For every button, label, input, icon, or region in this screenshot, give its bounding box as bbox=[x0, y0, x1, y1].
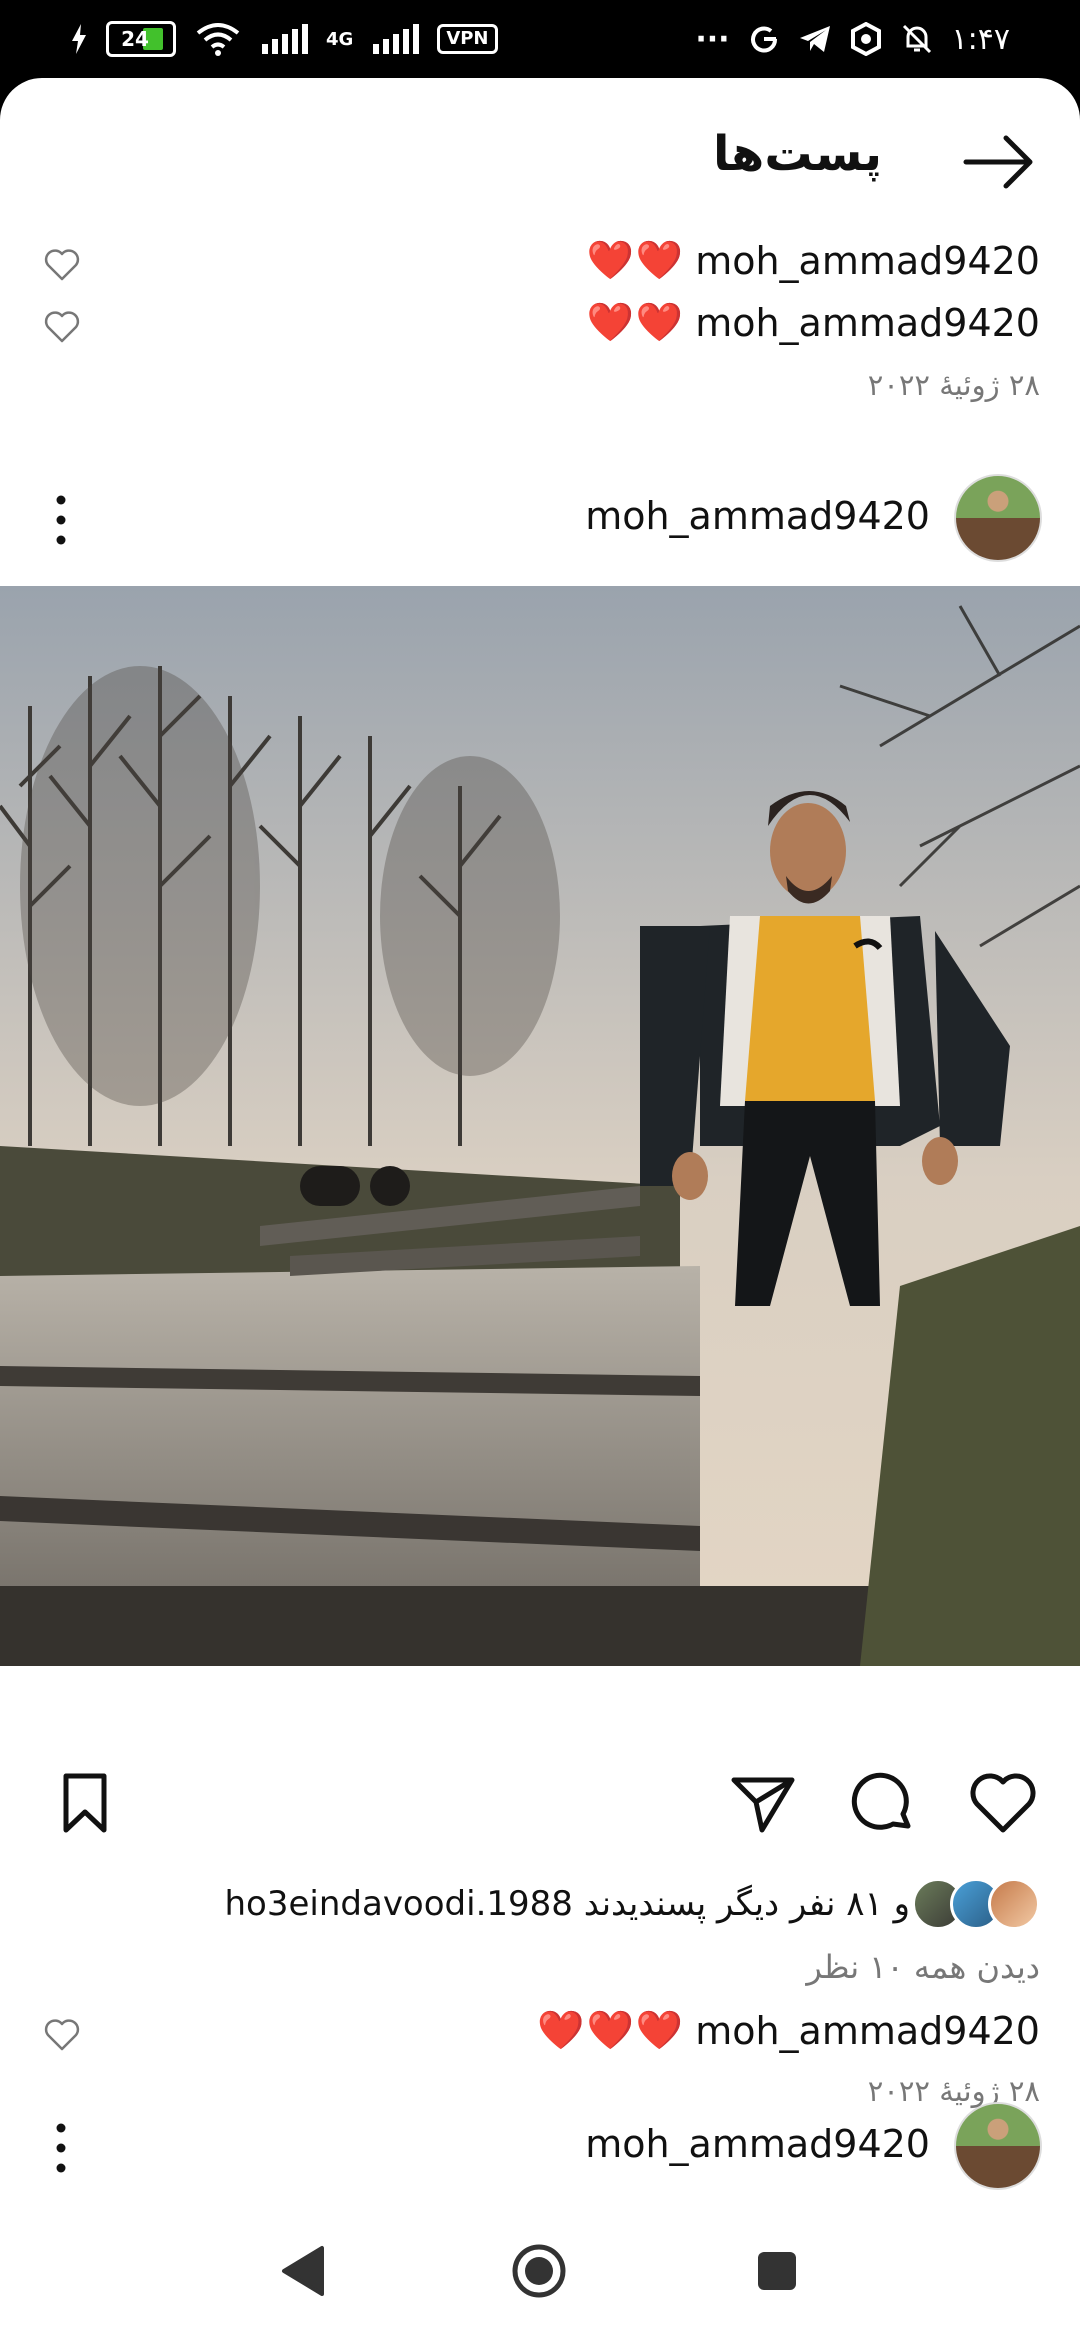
posts-sheet: پست‌ها moh_ammad9420 ❤️❤️ moh_ammad9420 … bbox=[0, 78, 1080, 2340]
avatar[interactable] bbox=[954, 474, 1042, 562]
comment-username[interactable]: moh_ammad9420 bbox=[695, 301, 1040, 345]
comment-username[interactable]: moh_ammad9420 bbox=[695, 239, 1040, 283]
signal-icon bbox=[262, 24, 308, 54]
comment-emoji: ❤️❤️ bbox=[586, 300, 686, 344]
comment-emoji: ❤️❤️ bbox=[586, 238, 686, 282]
google-icon bbox=[750, 26, 777, 53]
post-photo[interactable] bbox=[0, 586, 1080, 1666]
liked-by-text: و ۸۱ نفر دیگر پسندیدند ho3eindavoodi.198… bbox=[225, 1884, 911, 1924]
comment-like-icon[interactable] bbox=[44, 248, 80, 282]
more-vertical-icon[interactable] bbox=[46, 490, 76, 550]
system-nav-bar bbox=[0, 2200, 1080, 2340]
comment-username[interactable]: moh_ammad9420 bbox=[695, 2009, 1040, 2053]
post-header: moh_ammad9420 bbox=[0, 2102, 1080, 2192]
liker-avatars bbox=[912, 1878, 1040, 1930]
battery-icon: 24 bbox=[106, 21, 176, 57]
signal-icon-2 bbox=[373, 24, 420, 54]
comment-row: moh_ammad9420 ❤️❤️ bbox=[0, 238, 1080, 298]
nav-home-icon[interactable] bbox=[504, 2236, 574, 2306]
wifi-icon bbox=[196, 23, 240, 56]
send-icon[interactable] bbox=[728, 1768, 798, 1838]
status-bar: 24 4G VPN ··· ۱:۴۷ bbox=[0, 0, 1080, 78]
comment-text: moh_ammad9420 ❤️❤️❤️ bbox=[537, 2008, 1040, 2053]
post-actions bbox=[0, 1768, 1080, 1848]
page-title: پست‌ها bbox=[713, 126, 882, 182]
charging-icon bbox=[72, 24, 86, 54]
back-arrow-icon[interactable] bbox=[960, 130, 1038, 194]
overflow-dots: ··· bbox=[695, 21, 730, 57]
nav-recents-icon[interactable] bbox=[742, 2236, 812, 2306]
post-header: moh_ammad9420 bbox=[0, 474, 1080, 564]
status-right: ··· ۱:۴۷ bbox=[695, 22, 1010, 57]
battery-level: 24 bbox=[121, 27, 149, 51]
comment-text: moh_ammad9420 ❤️❤️ bbox=[587, 300, 1040, 345]
post-date: ۲۸ ژوئیهٔ ۲۰۲۲ bbox=[867, 368, 1040, 402]
nav-back-icon[interactable] bbox=[270, 2236, 340, 2306]
liked-by-user[interactable]: ho3eindavoodi.1988 bbox=[225, 1884, 573, 1924]
comment-icon[interactable] bbox=[848, 1768, 918, 1838]
bell-off-icon bbox=[902, 24, 931, 54]
comment-emoji: ❤️❤️❤️ bbox=[537, 2008, 686, 2052]
comment-row: moh_ammad9420 ❤️❤️❤️ bbox=[0, 2008, 1080, 2068]
liked-by-row[interactable]: و ۸۱ نفر دیگر پسندیدند ho3eindavoodi.198… bbox=[225, 1874, 1040, 1934]
app-header: پست‌ها bbox=[0, 78, 1080, 228]
photo-scene bbox=[0, 586, 1080, 1666]
vpn-badge: VPN bbox=[437, 24, 498, 54]
bookmark-icon[interactable] bbox=[50, 1768, 120, 1838]
clock: ۱:۴۷ bbox=[951, 21, 1010, 57]
network-type: 4G bbox=[326, 28, 354, 50]
hexagon-icon bbox=[850, 22, 881, 56]
post-username[interactable]: moh_ammad9420 bbox=[585, 2122, 930, 2166]
avatar bbox=[988, 1878, 1040, 1930]
view-all-comments-link[interactable]: دیدن همه ۱۰ نظر bbox=[806, 1948, 1040, 1986]
more-vertical-icon[interactable] bbox=[46, 2118, 76, 2178]
liked-by-rest: و ۸۱ نفر دیگر پسندیدند bbox=[583, 1884, 910, 1924]
comment-like-icon[interactable] bbox=[44, 2018, 80, 2052]
telegram-icon bbox=[799, 26, 830, 52]
avatar[interactable] bbox=[954, 2102, 1042, 2190]
comment-like-icon[interactable] bbox=[44, 310, 80, 344]
comment-text: moh_ammad9420 ❤️❤️ bbox=[587, 238, 1040, 283]
post-username[interactable]: moh_ammad9420 bbox=[585, 494, 930, 538]
comment-row: moh_ammad9420 ❤️❤️ bbox=[0, 300, 1080, 360]
status-left: 24 4G VPN bbox=[70, 21, 498, 57]
heart-icon[interactable] bbox=[968, 1768, 1038, 1838]
